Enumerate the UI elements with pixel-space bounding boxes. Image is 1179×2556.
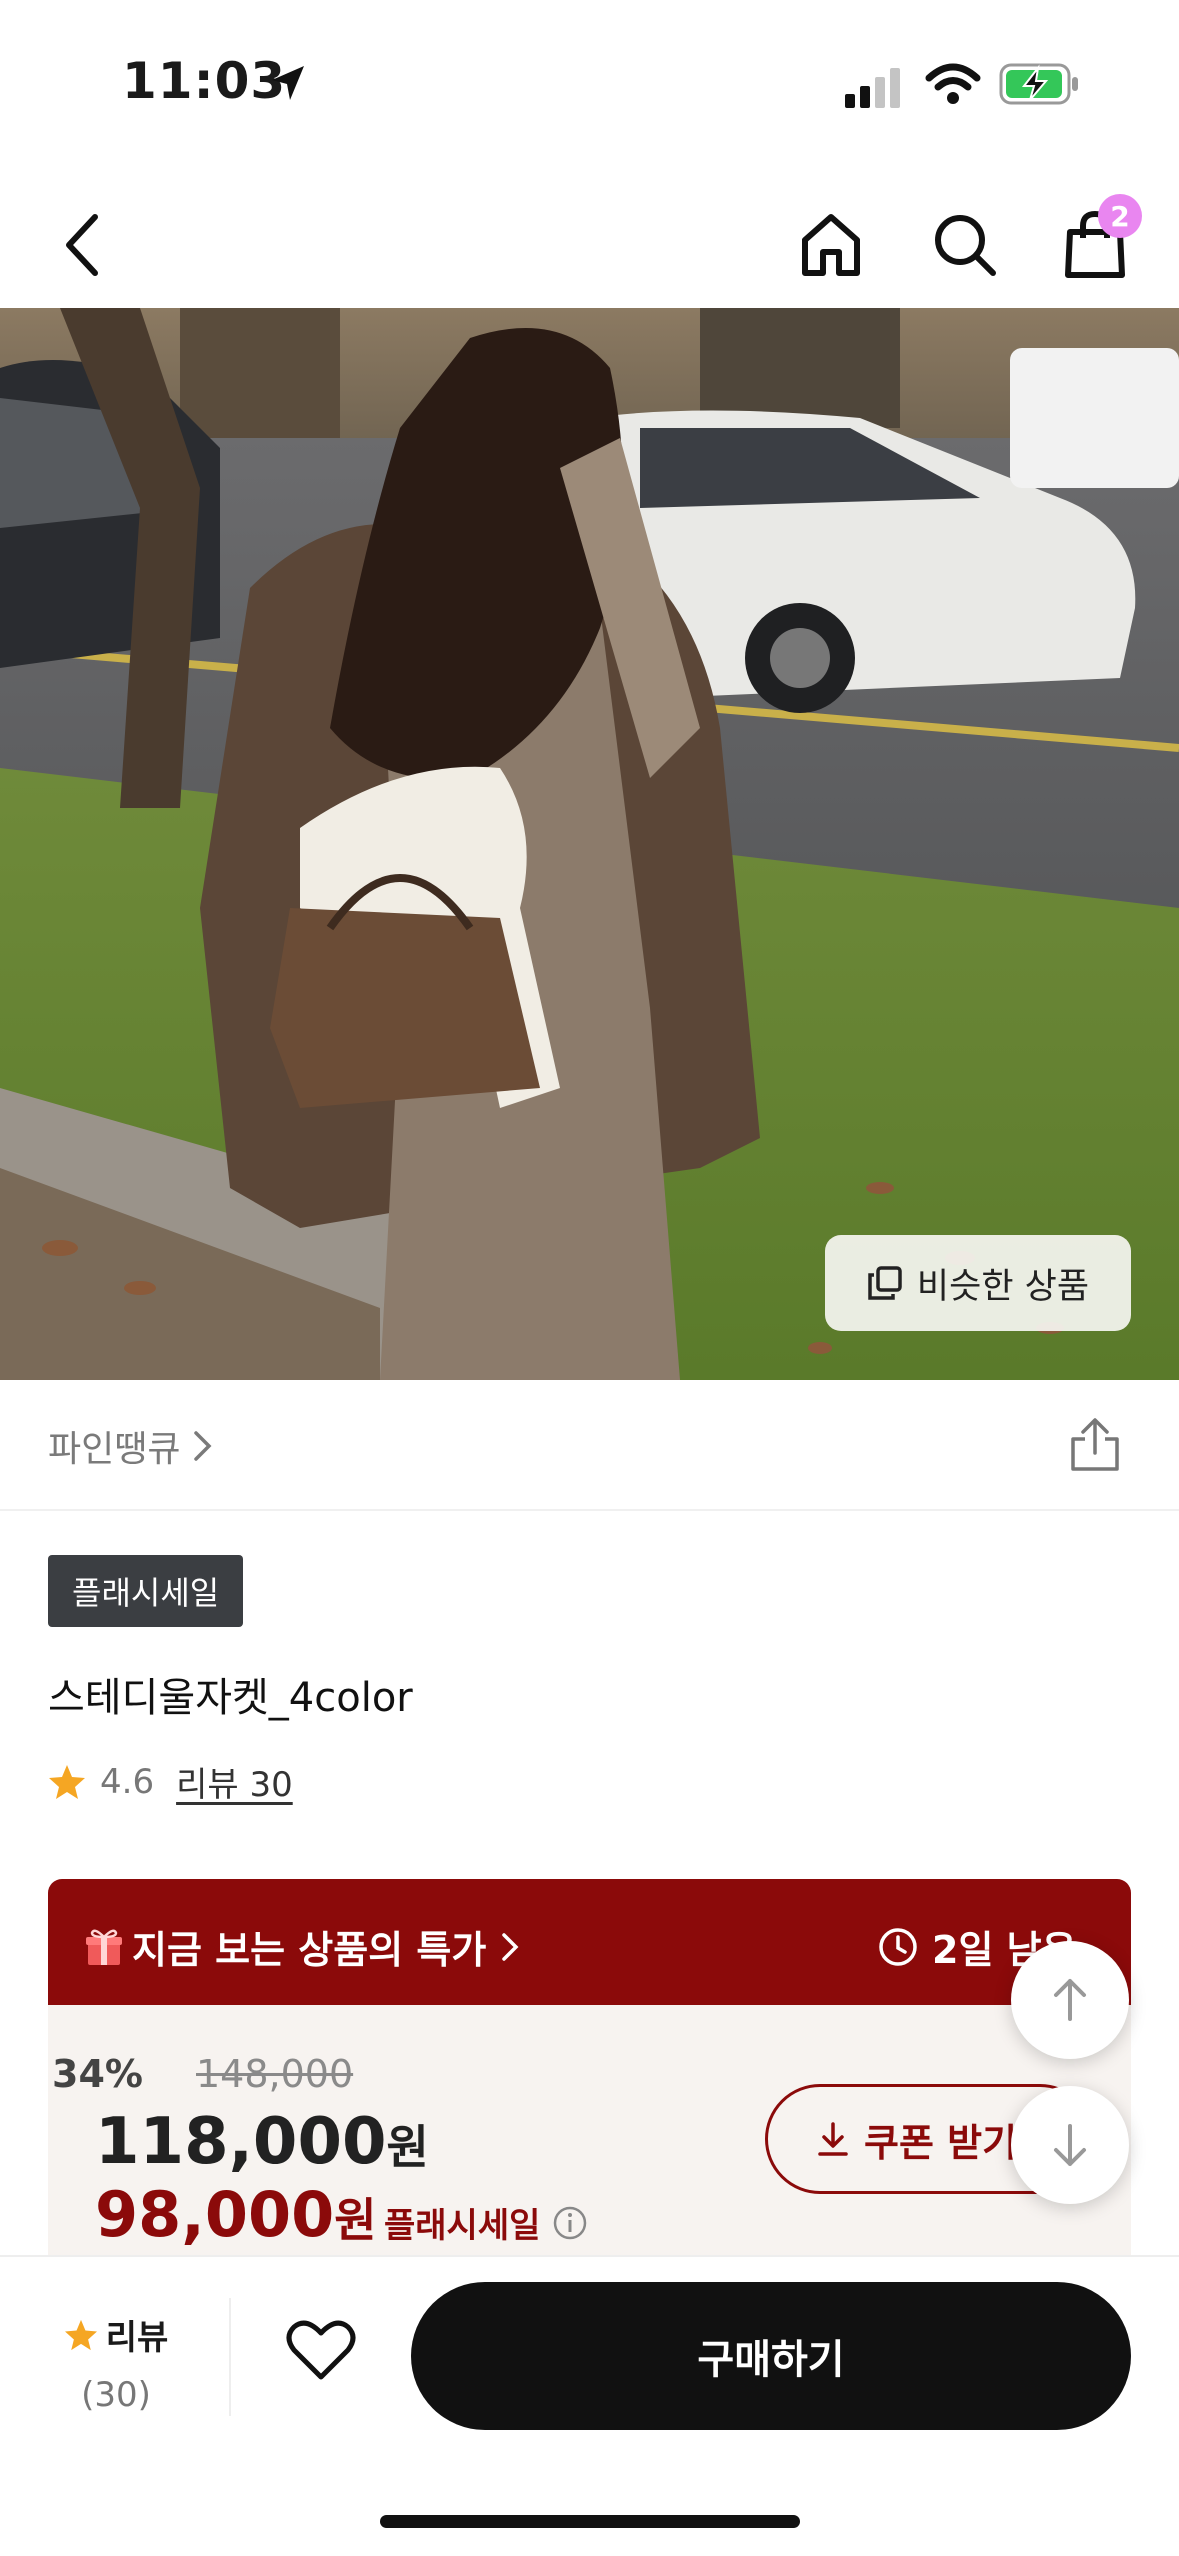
wishlist-button[interactable]	[276, 2305, 366, 2395]
chevron-right-icon	[502, 1932, 519, 1961]
bottom-bar-separator	[229, 2298, 231, 2416]
price-value: 118,000	[95, 2105, 387, 2179]
rating-value: 4.6	[100, 1761, 155, 1802]
home-icon	[802, 214, 860, 276]
review-tab-label-row: 리뷰	[56, 2310, 176, 2359]
product-image[interactable]	[0, 308, 1179, 1380]
info-icon[interactable]	[552, 2205, 588, 2241]
arrow-up-icon	[1054, 1979, 1086, 2021]
cellular-signal-icon	[845, 68, 900, 108]
star-icon	[64, 2319, 97, 2350]
price: 118,000원	[95, 2105, 429, 2179]
original-price: 148,000	[196, 2052, 354, 2096]
cart-count-badge: 2	[1098, 194, 1142, 238]
sale-price-label: 플래시세일	[384, 2198, 588, 2247]
similar-products-button[interactable]: 비슷한 상품	[825, 1235, 1131, 1331]
share-icon	[1071, 1418, 1119, 1471]
review-link[interactable]: 리뷰 30	[176, 1757, 293, 1806]
home-indicator	[380, 2515, 800, 2528]
review-tab-label: 리뷰	[105, 2318, 169, 2358]
special-price-title: 지금 보는 상품의 특가	[132, 1928, 487, 1972]
sale-label-text: 플래시세일	[384, 2206, 541, 2246]
review-tab[interactable]: 리뷰 (30)	[56, 2310, 176, 2415]
location-arrow-icon	[272, 66, 304, 100]
product-title: 스테디울자켓_4color	[48, 1675, 413, 1721]
discount-rate: 34%	[52, 2052, 143, 2096]
copy-icon	[868, 1266, 902, 1300]
chevron-left-icon	[66, 214, 98, 276]
flash-sale-tag: 플래시세일	[48, 1555, 244, 1627]
share-button[interactable]	[1060, 1410, 1130, 1480]
gift-icon	[86, 1929, 122, 1965]
buy-button[interactable]: 구매하기	[411, 2282, 1131, 2430]
special-price-banner[interactable]: 지금 보는 상품의 특가 2일 남은	[48, 1879, 1131, 2005]
home-button[interactable]	[790, 200, 872, 290]
similar-products-label: 비슷한 상품	[916, 1266, 1090, 1307]
status-time: 11:03	[122, 52, 287, 110]
sale-price-value: 98,000	[95, 2178, 335, 2251]
get-coupon-label: 쿠폰 받기	[864, 2120, 1018, 2165]
price-unit: 원	[386, 2120, 429, 2174]
search-button[interactable]	[920, 200, 1010, 290]
back-button[interactable]	[48, 200, 118, 290]
scroll-to-bottom-button[interactable]	[1011, 2086, 1129, 2204]
special-price-title-row: 지금 보는 상품의 특가	[84, 1919, 520, 1974]
sale-price-unit: 원	[334, 2193, 377, 2247]
scroll-to-top-button[interactable]	[1011, 1941, 1129, 2059]
brand-name: 파인땡큐	[48, 1429, 181, 1470]
brand-link[interactable]: 파인땡큐	[48, 1420, 214, 1472]
section-divider	[0, 1509, 1179, 1511]
wifi-icon	[925, 63, 981, 104]
search-icon	[935, 215, 996, 276]
review-tab-count: (30)	[81, 2375, 151, 2415]
chevron-right-icon	[194, 1431, 212, 1461]
product-photo	[0, 308, 1179, 1380]
battery-charging-icon	[999, 63, 1078, 105]
sale-price: 98,000원	[95, 2178, 377, 2251]
heart-icon	[286, 2320, 356, 2380]
arrow-down-icon	[1054, 2124, 1086, 2166]
star-icon	[49, 1764, 85, 1799]
download-icon	[818, 2122, 848, 2156]
rating-row: 4.6 리뷰 30	[48, 1757, 293, 1806]
clock-icon	[879, 1927, 917, 1966]
